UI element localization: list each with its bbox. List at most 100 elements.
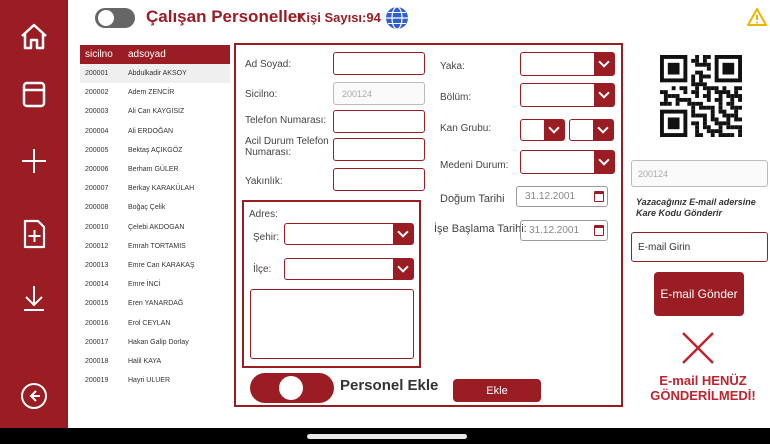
list-item-name: Çelebi AKDOGAN [128,223,185,231]
list-item-name: Emre Can KARAKAŞ [128,261,195,269]
dogum-tarihi-label: Doğum Tarihi [440,193,505,205]
calendar-icon[interactable] [594,191,604,202]
warning-icon[interactable] [747,7,767,27]
ilce-select[interactable] [284,258,414,280]
email-input[interactable]: E-mail Girin [631,232,768,262]
column-header[interactable]: sicilno [80,49,128,60]
list-item[interactable]: 200003 Ali Can KAYGISIZ [80,102,230,121]
list-item-name: Berkay KARAKÜLAH [128,185,195,193]
column-header[interactable]: adsoyad [128,49,166,60]
list-item-name: Erol CEYLAN [128,319,171,327]
list-item[interactable]: 200006 Berham GÜLER [80,160,230,179]
medeni-durum-label: Medeni Durum: [440,160,509,171]
list-item[interactable]: 200007 Berkay KARAKÜLAH [80,179,230,198]
list-item[interactable]: 200008 Boğaç Çelik [80,198,230,217]
kan-grubu-label: Kan Grubu: [440,123,492,134]
list-item-sicilno: 200017 [85,338,109,346]
app-screen: Çalışan Personeller Kişi Sayısı:94 sicil… [0,0,770,428]
personel-ekle-toggle[interactable] [250,373,334,403]
list-item-name: Emre İNCİ [128,281,161,289]
sehir-select[interactable] [284,223,414,245]
header-bar: Çalışan Personeller Kişi Sayısı:94 [68,0,770,36]
list-item[interactable]: 200012 Emrah TORTAMIS [80,237,230,256]
list-item[interactable]: 200019 Hayri ULUER [80,371,230,390]
qr-note: Yazacağınız E-mail adersine Kare Kodu Gö… [636,197,756,218]
ad-soyad-input[interactable] [333,52,425,75]
qr-code [660,55,742,137]
telefon-input[interactable] [333,110,425,133]
list-item-sicilno: 200019 [85,377,109,385]
list-item[interactable]: 200010 Çelebi AKDOGAN [80,218,230,237]
list-header: sicilno adsoyad [80,45,230,64]
list-item[interactable]: 200002 Adem ZENCİR [80,83,230,102]
list-item-name: Eren YANARDAĞ [128,300,184,308]
chevron-down-icon [593,120,613,140]
home-indicator [307,434,467,439]
list-item[interactable]: 200013 Emre Can KARAKAŞ [80,256,230,275]
list-item-sicilno: 200012 [85,242,109,250]
list-item-sicilno: 200007 [85,185,109,193]
list-item[interactable]: 200017 Hakan Galip Dorlay [80,333,230,352]
list-item-name: Emrah TORTAMIS [128,242,186,250]
yaka-label: Yaka: [440,61,465,72]
home-icon[interactable] [8,14,60,58]
list-item[interactable]: 200018 Halil KAYA [80,352,230,371]
bolum-label: Bölüm: [440,92,472,103]
acil-durum-label: Acil Durum Telefon Numarası: [245,136,329,158]
back-icon[interactable] [8,374,60,418]
list-item[interactable]: 200015 Eren YANARDAĞ [80,294,230,313]
ekle-button[interactable]: Ekle [453,379,541,402]
yakinlik-input[interactable] [333,168,425,191]
chevron-down-icon [544,120,564,140]
adres-label: Adres: [249,209,278,220]
list-item-sicilno: 200003 [85,108,109,116]
list-item-name: Bektaş AÇIKGÖZ [128,146,183,154]
list-item-name: Abdulkadir AKSOY [128,70,187,78]
list-item-sicilno: 200001 [85,70,109,78]
file-add-icon[interactable] [8,212,60,256]
kan-grubu-select[interactable] [520,119,565,141]
ise-baslama-picker[interactable]: 31.12.2001 [520,220,608,241]
download-icon[interactable] [8,276,60,320]
list-item-sicilno: 200016 [85,319,109,327]
list-item-sicilno: 200004 [85,127,109,135]
personel-ekle-label: Personel Ekle [340,377,439,394]
list-item[interactable]: 200014 Emre İNCİ [80,275,230,294]
list-item-sicilno: 200013 [85,261,109,269]
email-send-button[interactable]: E-mail Gönder [654,272,744,316]
header-toggle[interactable] [95,8,135,28]
ilce-label: İlçe: [253,264,272,275]
list-item-name: Berham GÜLER [128,166,179,174]
medeni-durum-select[interactable] [520,150,615,174]
sidebar [0,0,68,428]
page-title: Çalışan Personeller [146,7,304,26]
list-item[interactable]: 200005 Bektaş AÇIKGÖZ [80,141,230,160]
list-item[interactable]: 200004 Ali ERDOĞAN [80,122,230,141]
list-item-sicilno: 200015 [85,300,109,308]
globe-icon[interactable] [384,5,410,31]
chevron-down-icon [393,259,413,279]
window-icon[interactable] [8,72,60,116]
plus-icon[interactable] [8,139,60,183]
calendar-icon[interactable] [594,225,604,236]
dogum-tarihi-picker[interactable]: 31.12.2001 [516,186,608,207]
list-item[interactable]: 200016 Erol CEYLAN [80,313,230,332]
employee-count: Kişi Sayısı:94 [297,10,381,25]
list-item-sicilno: 200008 [85,204,109,212]
telefon-label: Telefon Numarası: [245,115,327,126]
dogum-tarihi-value: 31.12.2001 [525,191,576,202]
acil-durum-input[interactable] [333,138,425,161]
chevron-down-icon [594,151,614,173]
adres-textarea[interactable] [250,289,414,359]
email-status: E-mail HENÜZ GÖNDERİLMEDİ! [650,373,756,403]
yaka-select[interactable] [520,52,615,76]
ad-soyad-label: Ad Soyad: [245,59,292,70]
sicilno-label: Sicilno: [245,89,278,100]
x-mark-icon [682,332,714,364]
sicilno-input: 200124 [333,82,425,105]
bolum-select[interactable] [520,83,615,107]
list-item-name: Hakan Galip Dorlay [128,338,189,346]
list-item-name: Boğaç Çelik [128,204,166,212]
list-item[interactable]: 200001 Abdulkadir AKSOY [80,64,230,84]
rh-factor-select[interactable] [569,119,614,141]
